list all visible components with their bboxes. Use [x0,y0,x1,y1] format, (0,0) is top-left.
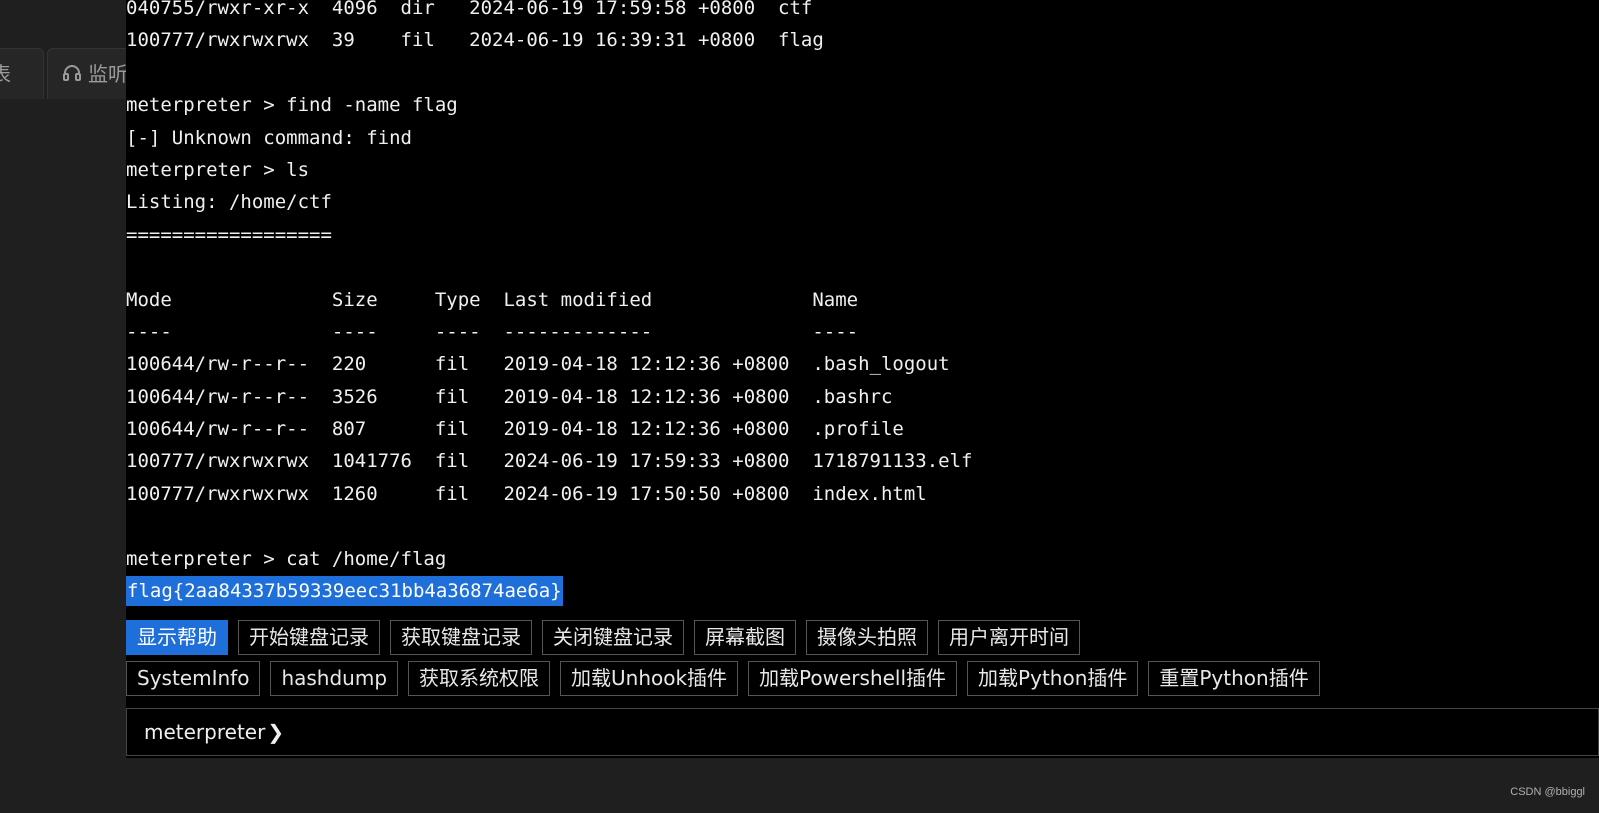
terminal-line: 100644/rw-r--r-- 807 fil 2019-04-18 12:1… [126,418,904,441]
terminal-line: meterpreter > find -name flag [126,94,458,117]
toolbar-button[interactable]: 用户离开时间 [938,620,1080,655]
bottom-area [0,758,1599,813]
tab-strip: 表 监听 [0,48,153,100]
selected-flag-text[interactable]: flag{2aa84337b59339eec31bb4a36874ae6a} [126,576,563,607]
terminal-line-highlighted: flag{2aa84337b59339eec31bb4a36874ae6a} [126,575,972,607]
command-input[interactable] [290,719,1598,745]
toolbar-button[interactable]: 重置Python插件 [1148,661,1320,696]
tab-list-label: 表 [0,62,11,86]
toolbar-button[interactable]: 摄像头拍照 [806,620,928,655]
toolbar-button[interactable]: SystemInfo [126,661,261,696]
headphones-icon [62,51,82,100]
terminal-line: 100644/rw-r--r-- 220 fil 2019-04-18 12:1… [126,353,950,376]
toolbar-button[interactable]: 加载Unhook插件 [560,661,739,696]
terminal-line: 100777/rwxrwxrwx 1260 fil 2024-06-19 17:… [126,482,927,505]
watermark: CSDN @bbiggl [1510,786,1585,798]
tab-listener-label: 监听 [88,62,128,86]
toolbar-row-2: SystemInfo hashdump 获取系统权限 加载Unhook插件 加载Powe… [126,661,1320,696]
terminal-line: ================== [126,223,332,246]
toolbar-button[interactable]: 屏幕截图 [694,620,796,655]
toolbar-button[interactable]: 获取系统权限 [408,661,551,696]
terminal-line: 040755/rwxr-xr-x 4096 dir 2024-06-19 17:… [126,0,813,19]
terminal-line: ---- ---- ---- ------------- ---- [126,320,859,343]
terminal-line: meterpreter > ls [126,158,310,181]
terminal-line: [-] Unknown command: find [126,126,412,149]
terminal-output: 040755/rwxr-xr-x 4096 dir 2024-06-19 17:… [126,0,1599,612]
left-panel: 表 监听 [0,0,153,813]
tab-list[interactable]: 表 [0,48,44,99]
terminal-line: 100777/rwxrwxrwx 1041776 fil 2024-06-19 … [126,450,973,473]
toolbar-row-1: 显示帮助 开始键盘记录 获取键盘记录 关闭键盘记录 屏幕截图 摄像头拍照 用户离开时间 [126,620,1080,655]
command-box: meterpreter ❯ [126,708,1599,756]
toolbar-button[interactable]: hashdump [270,661,399,696]
terminal-line: Mode Size Type Last modified Name [126,288,859,311]
terminal-line: meterpreter > cat /home/flag [126,547,447,570]
prompt-arrow-icon: ❯ [267,720,285,744]
toolbar-button[interactable]: 获取键盘记录 [390,620,532,655]
toolbar-button[interactable]: 开始键盘记录 [238,620,380,655]
terminal-line: Listing: /home/ctf [126,191,332,214]
command-bar: meterpreter ❯ [126,708,1599,758]
terminal-line: 100777/rwxrwxrwx 39 fil 2024-06-19 16:39… [126,29,824,52]
toolbar-button[interactable]: 关闭键盘记录 [542,620,684,655]
toolbar-button[interactable]: 显示帮助 [126,620,228,655]
toolbar-button[interactable]: 加载Python插件 [967,661,1139,696]
command-prompt: meterpreter [144,720,266,744]
command-toolbar: 显示帮助 开始键盘记录 获取键盘记录 关闭键盘记录 屏幕截图 摄像头拍照 用户离开时间 Sy… [126,612,1599,708]
terminal-lines: 040755/rwxr-xr-x 4096 dir 2024-06-19 17:… [126,0,972,607]
terminal-line: 100644/rw-r--r-- 3526 fil 2019-04-18 12:… [126,385,893,408]
toolbar-button[interactable]: 加载Powershell插件 [748,661,958,696]
